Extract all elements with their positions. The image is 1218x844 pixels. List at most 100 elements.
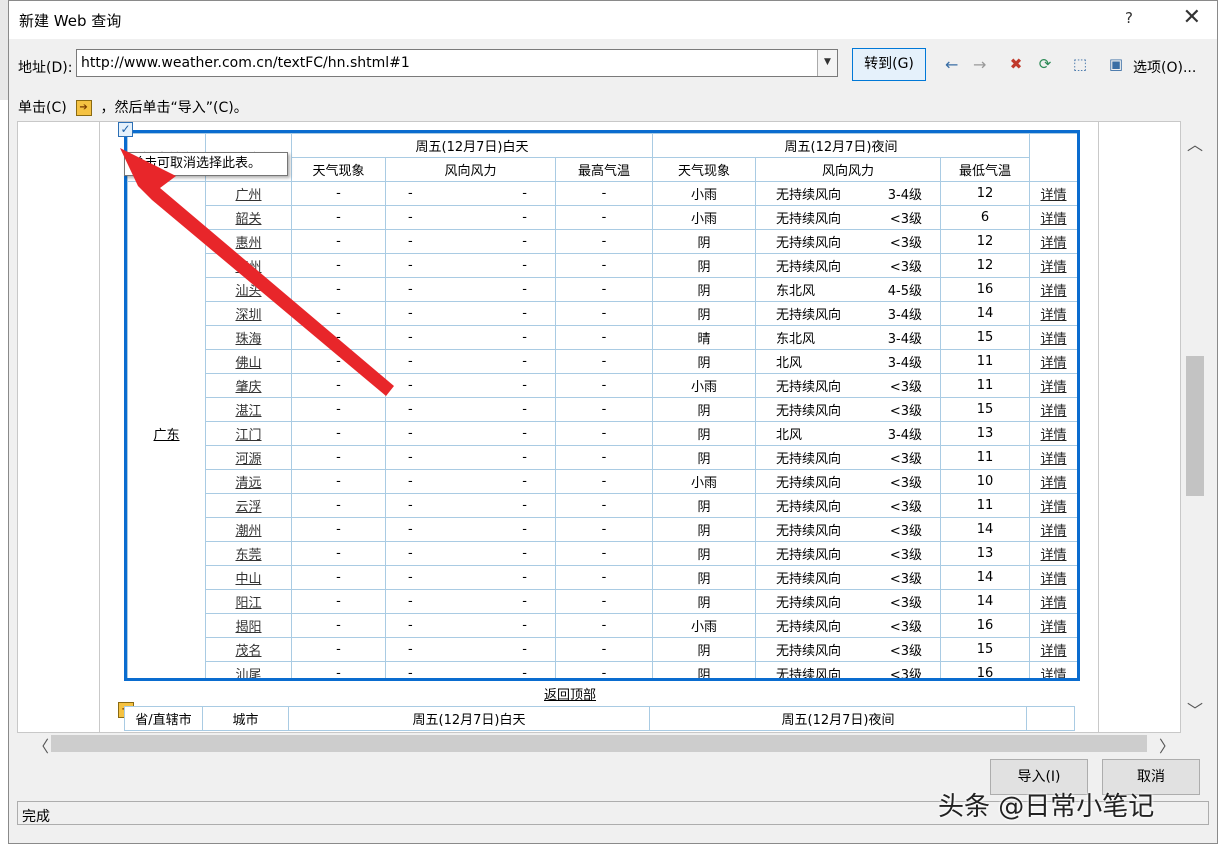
go-button[interactable]: 转到(G): [852, 48, 926, 81]
detail-link[interactable]: 详情: [1041, 452, 1067, 467]
horizontal-scroll-thumb[interactable]: [51, 735, 1147, 752]
scroll-left-icon[interactable]: 〈: [33, 733, 49, 757]
address-input[interactable]: http://www.weather.com.cn/textFC/hn.shtm…: [76, 49, 838, 77]
city-link[interactable]: 云浮: [235, 500, 261, 515]
address-dropdown-icon[interactable]: ▼: [817, 50, 837, 76]
stop-icon[interactable]: ✖: [1005, 53, 1027, 75]
options-button[interactable]: 选项(O)...: [1133, 57, 1196, 77]
night-wind-dir: 东北风: [776, 284, 816, 299]
detail-link[interactable]: 详情: [1041, 260, 1067, 275]
forward-arrow-icon[interactable]: →: [973, 55, 986, 74]
detail-cell: 详情: [1029, 493, 1077, 518]
detail-header: [1029, 133, 1077, 182]
city-cell: 佛山: [205, 349, 292, 374]
city-link[interactable]: 珠海: [235, 332, 261, 347]
detail-cell: 详情: [1029, 325, 1077, 350]
city-link[interactable]: 河源: [235, 452, 261, 467]
table-select-checkbox[interactable]: ✓: [118, 122, 133, 137]
detail-link[interactable]: 详情: [1041, 380, 1067, 395]
day-wind-cell: --: [385, 637, 556, 662]
detail-link[interactable]: 详情: [1041, 524, 1067, 539]
detail-link[interactable]: 详情: [1041, 548, 1067, 563]
night-low-cell: 14: [940, 589, 1031, 614]
city-link[interactable]: 韶关: [235, 212, 261, 227]
day-wind-level: -: [522, 642, 527, 657]
refresh-icon[interactable]: ⟳: [1034, 53, 1056, 75]
day-high-cell: -: [554, 205, 654, 230]
detail-link[interactable]: 详情: [1041, 404, 1067, 419]
night-header: 周五(12月7日)夜间: [652, 133, 1031, 158]
day-wind-level: -: [522, 426, 527, 441]
city-link[interactable]: 茂名: [235, 644, 261, 659]
city-link[interactable]: 湛江: [235, 404, 261, 419]
city-link[interactable]: 汕尾: [235, 668, 261, 678]
city-link[interactable]: 汕头: [235, 284, 261, 299]
city-link[interactable]: 广州: [235, 188, 261, 203]
city-link[interactable]: 潮州: [235, 524, 261, 539]
next-detail-header: [1026, 706, 1075, 731]
night-low-cell: 12: [940, 229, 1031, 254]
detail-link[interactable]: 详情: [1041, 308, 1067, 323]
detail-cell: 详情: [1029, 613, 1077, 638]
detail-link[interactable]: 详情: [1041, 236, 1067, 251]
hide-icons-icon[interactable]: ⬚: [1069, 53, 1091, 75]
night-wind-level: 3-4级: [887, 332, 923, 347]
save-query-icon[interactable]: ▣: [1105, 53, 1127, 75]
help-button[interactable]: ?: [1125, 9, 1133, 27]
back-arrow-icon[interactable]: ←: [945, 55, 958, 74]
vertical-scrollbar[interactable]: ︿ ﹀: [1181, 121, 1209, 733]
night-wind-level: <3级: [889, 524, 923, 539]
selected-weather-table[interactable]: 省/直辖市 城市 周五(12月7日)白天 周五(12月7日)夜间 天气现象风向风…: [124, 130, 1080, 681]
scroll-right-icon[interactable]: 〉: [1159, 733, 1175, 757]
night-wind-cell: 无持续风向 3-4级: [755, 181, 942, 206]
city-link[interactable]: 东莞: [235, 548, 261, 563]
city-link[interactable]: 深圳: [235, 308, 261, 323]
city-link[interactable]: 肇庆: [235, 380, 261, 395]
night-wind-level: <3级: [889, 572, 923, 587]
detail-link[interactable]: 详情: [1041, 356, 1067, 371]
detail-link[interactable]: 详情: [1041, 500, 1067, 515]
horizontal-scrollbar[interactable]: 〈 〉: [17, 733, 1181, 757]
close-button[interactable]: ✕: [1183, 5, 1201, 30]
city-cell: 深圳: [205, 301, 292, 326]
city-link[interactable]: 揭阳: [235, 620, 261, 635]
detail-link[interactable]: 详情: [1041, 212, 1067, 227]
city-link[interactable]: 中山: [235, 572, 261, 587]
city-link[interactable]: 梅州: [235, 260, 261, 275]
vertical-scroll-thumb[interactable]: [1186, 356, 1204, 496]
detail-link[interactable]: 详情: [1041, 284, 1067, 299]
detail-link[interactable]: 详情: [1041, 188, 1067, 203]
province-cell: 广东: [127, 181, 206, 678]
city-cell: 江门: [205, 421, 292, 446]
detail-link[interactable]: 详情: [1041, 644, 1067, 659]
back-to-top-link[interactable]: 返回顶部: [544, 684, 596, 703]
detail-link[interactable]: 详情: [1041, 620, 1067, 635]
detail-link[interactable]: 详情: [1041, 476, 1067, 491]
address-value[interactable]: http://www.weather.com.cn/textFC/hn.shtm…: [81, 55, 410, 71]
day-wind-dir: -: [408, 426, 413, 441]
night-wind-level: <3级: [889, 620, 923, 635]
web-page-preview[interactable]: 省/直辖市 城市 周五(12月7日)白天 周五(12月7日)夜间 天气现象风向风…: [17, 121, 1181, 733]
day-wind-cell: --: [385, 397, 556, 422]
day-wind-dir: -: [408, 210, 413, 225]
day-weather-cell: -: [291, 325, 386, 350]
city-link[interactable]: 清远: [235, 476, 261, 491]
detail-link[interactable]: 详情: [1041, 428, 1067, 443]
province-link[interactable]: 广东: [153, 428, 179, 443]
day-weather-cell: -: [291, 229, 386, 254]
detail-link[interactable]: 详情: [1041, 596, 1067, 611]
scroll-down-icon[interactable]: ﹀: [1187, 697, 1203, 721]
day-wind-level: -: [522, 498, 527, 513]
city-link[interactable]: 阳江: [235, 596, 261, 611]
detail-link[interactable]: 详情: [1041, 668, 1067, 678]
detail-link[interactable]: 详情: [1041, 572, 1067, 587]
day-wind-level: -: [522, 666, 527, 681]
night-wind-dir: 无持续风向: [776, 212, 842, 227]
day-high-cell: -: [554, 445, 654, 470]
day-weather-cell: -: [291, 205, 386, 230]
city-link[interactable]: 惠州: [235, 236, 261, 251]
scroll-up-icon[interactable]: ︿: [1187, 131, 1203, 155]
detail-link[interactable]: 详情: [1041, 332, 1067, 347]
city-link[interactable]: 江门: [235, 428, 261, 443]
city-link[interactable]: 佛山: [235, 356, 261, 371]
